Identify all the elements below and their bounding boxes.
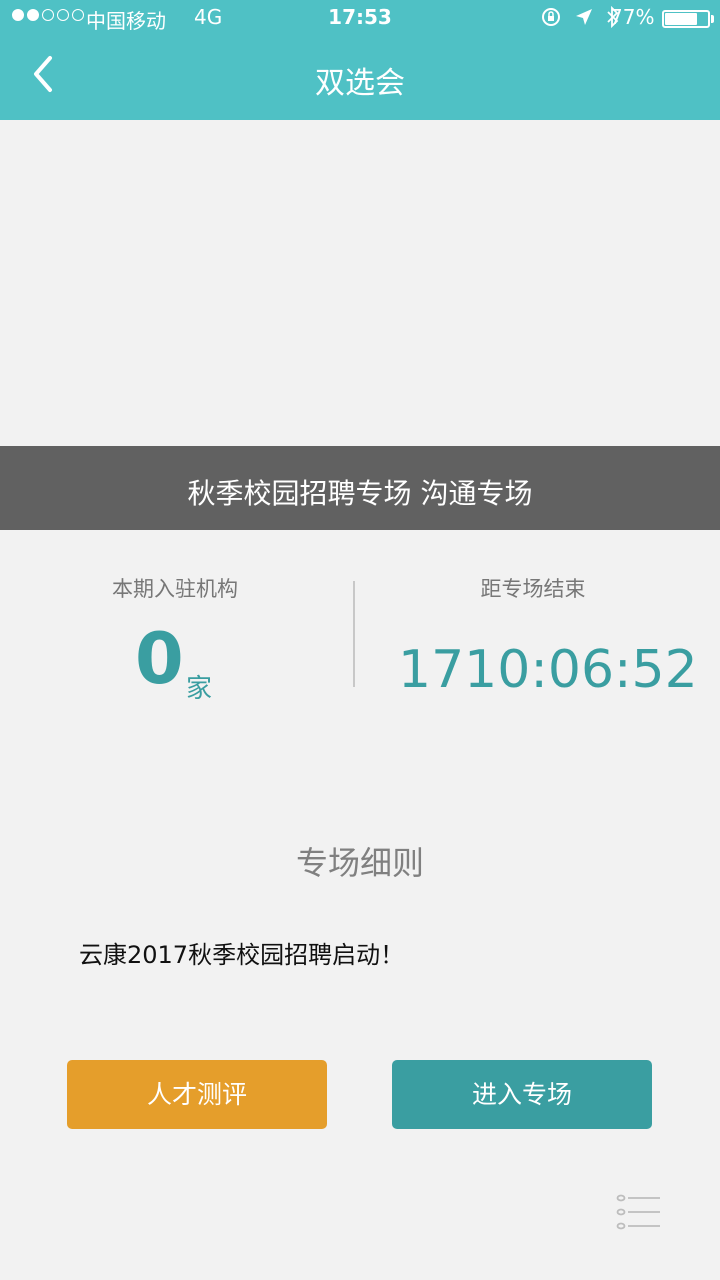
location-arrow-icon <box>576 9 592 25</box>
rules-body: 云康2017秋季校园招聘启动！ <box>79 941 405 969</box>
rotation-lock-icon <box>542 8 560 26</box>
enter-session-button[interactable]: 进入专场 <box>392 1060 652 1129</box>
page-title: 双选会 <box>315 66 405 101</box>
battery-icon <box>662 10 710 28</box>
battery-cap <box>711 15 714 23</box>
organizations-unit: 家 <box>186 674 213 704</box>
talent-assessment-button[interactable]: 人才测评 <box>67 1060 327 1129</box>
battery-percent: 77% <box>610 5 655 29</box>
top-header: 中国移动 4G 17:53 77% 双选会 <box>0 0 720 120</box>
stats-divider <box>353 581 355 687</box>
status-icons <box>540 5 620 29</box>
status-bar: 中国移动 4G 17:53 77% <box>0 0 720 36</box>
organizations-label: 本期入驻机构 <box>112 577 238 601</box>
rules-title: 专场细则 <box>295 844 424 882</box>
countdown-label: 距专场结束 <box>480 577 586 601</box>
session-banner: 秋季校园招聘专场 沟通专场 <box>0 446 720 530</box>
session-name: 秋季校园招聘专场 沟通专场 <box>187 477 533 510</box>
organizations-count: 0 <box>135 618 184 700</box>
list-menu-icon[interactable] <box>616 1194 662 1230</box>
countdown-timer: 1710:06:52 <box>398 640 698 700</box>
battery-fill <box>665 13 697 25</box>
